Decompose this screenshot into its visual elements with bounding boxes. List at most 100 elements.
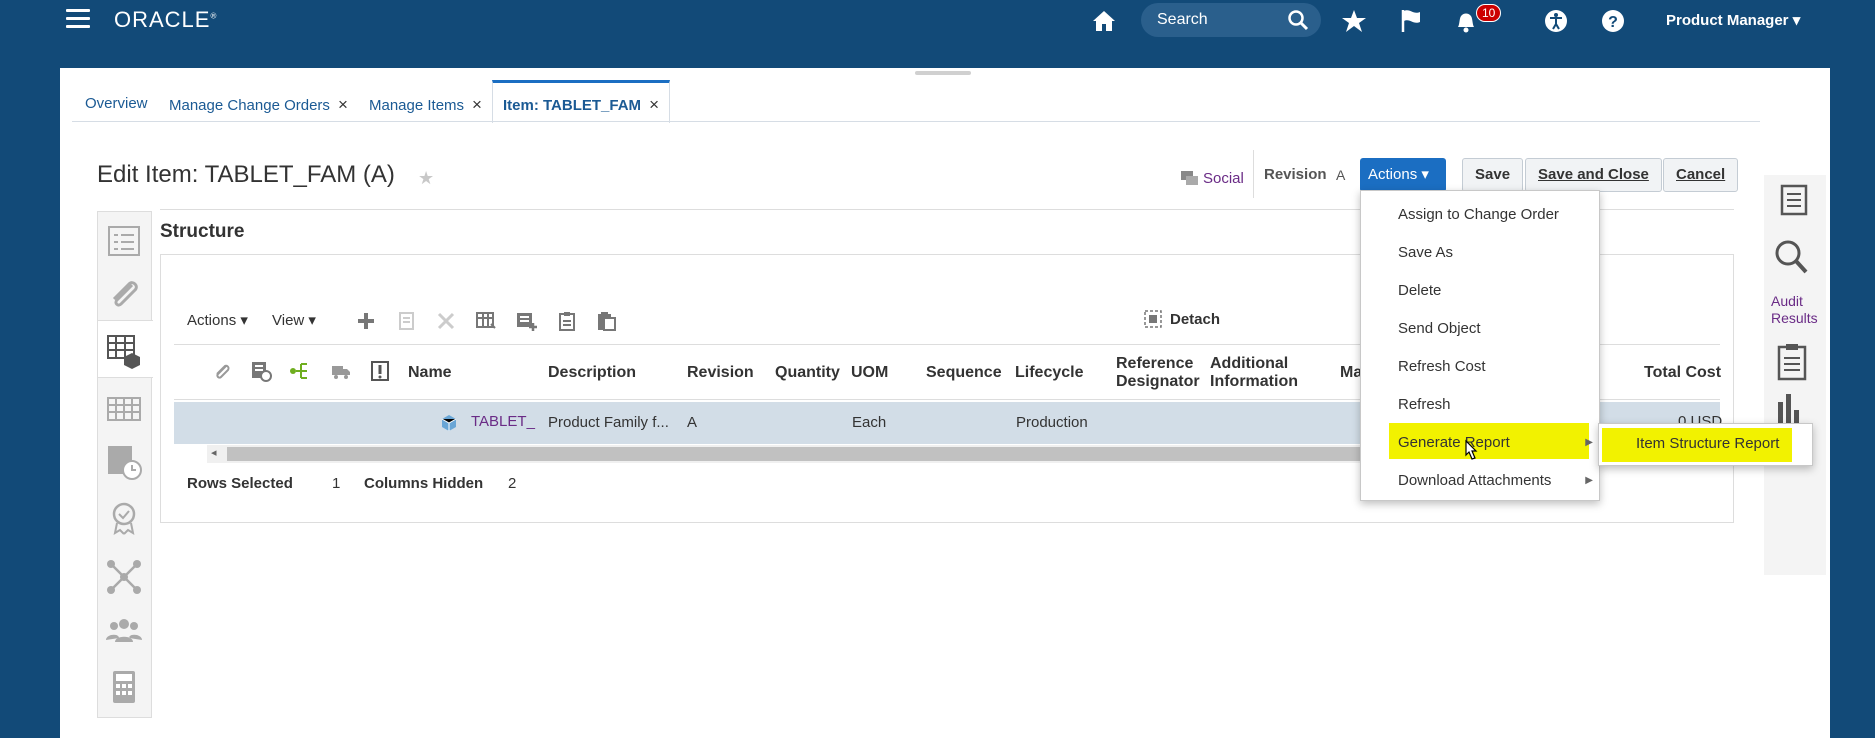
help-icon[interactable]: ? [1599,7,1627,35]
warning-exclamation-icon[interactable] [369,360,391,382]
tab-divider [72,121,1760,122]
menu-item-refresh[interactable]: Refresh [1398,396,1451,413]
item-cube-icon [441,415,457,431]
actions-button[interactable]: Actions ▾ [1360,158,1446,192]
hierarchy-tree-icon[interactable] [289,360,311,382]
document-icon[interactable] [1772,178,1816,222]
column-header-sequence[interactable]: Sequence [926,364,1002,382]
user-menu[interactable]: Product Manager ▾ [1666,11,1800,29]
favorite-star-icon[interactable]: ★ [418,168,434,189]
column-header-reference-designator[interactable]: Reference Designator [1116,355,1200,391]
columns-hidden-label: Columns Hidden [364,475,484,492]
menu-item-save-as[interactable]: Save As [1398,244,1453,261]
column-header-lifecycle[interactable]: Lifecycle [1015,364,1083,382]
bar-chart-icon[interactable] [1770,392,1814,427]
overview-list-icon[interactable] [105,222,143,260]
calculator-icon[interactable] [105,668,143,706]
table-columns-icon[interactable] [475,310,497,332]
save-and-close-button[interactable]: Save and Close [1525,158,1662,192]
page-title: Edit Item: TABLET_FAM (A) [97,161,395,188]
people-group-icon[interactable] [105,612,143,650]
divider [1253,150,1254,198]
menu-item-generate-report[interactable]: Generate Report [1398,434,1510,451]
certification-badge-icon[interactable] [105,500,143,538]
table-view-label: View [272,312,305,329]
save-button[interactable]: Save [1462,158,1524,192]
tab-label: Manage Change Orders [169,97,330,114]
column-header-name[interactable]: Name [408,364,452,382]
row-uom: Each [852,414,887,431]
column-header-description[interactable]: Description [548,364,636,382]
tab-overview[interactable]: Overview [85,80,148,122]
close-icon[interactable]: × [338,95,348,114]
close-icon[interactable]: × [649,95,659,114]
add-icon[interactable] [355,310,377,332]
menu-item-send-object[interactable]: Send Object [1398,320,1481,337]
search-input[interactable]: Search [1157,11,1208,29]
menu-item-download-attachments[interactable]: Download Attachments [1398,472,1551,489]
attachment-column-icon[interactable] [212,362,232,382]
submenu-arrow-icon: ▶ [1585,475,1593,486]
column-header-additional-information[interactable]: Additional Information [1210,355,1310,391]
audit-results-link[interactable]: Audit Results [1771,293,1831,327]
home-icon[interactable] [1090,7,1118,35]
column-header-total-cost[interactable]: Total Cost [1644,364,1721,382]
flag-icon[interactable] [1398,7,1426,35]
favorites-star-icon[interactable] [1340,7,1368,35]
accessibility-icon[interactable] [1542,7,1570,35]
menu-item-assign-to-change-order[interactable]: Assign to Change Order [1398,206,1559,223]
table-actions-menu[interactable]: Actions ▾ [187,311,248,329]
duplicate-icon[interactable] [395,310,417,332]
row-description: Product Family f... [548,414,669,431]
table-add-row-icon[interactable] [515,310,537,332]
section-heading-structure: Structure [160,221,245,242]
table-view-menu[interactable]: View ▾ [272,311,316,329]
detach-icon[interactable] [1143,309,1163,329]
shipping-truck-icon[interactable] [330,361,352,381]
menu-item-refresh-cost[interactable]: Refresh Cost [1398,358,1486,375]
rows-selected-label: Rows Selected [187,475,293,492]
attachments-paperclip-icon[interactable] [105,276,143,314]
column-header-revision[interactable]: Revision [687,364,754,382]
revision-value: A [1336,167,1346,183]
delete-x-icon[interactable] [435,310,457,332]
clipboard-icon[interactable] [556,310,578,332]
column-header-uom[interactable]: UOM [851,364,888,382]
tab-item-tablet-fam[interactable]: Item: TABLET_FAM × [492,80,670,123]
tab-manage-change-orders[interactable]: Manage Change Orders × [169,80,348,122]
structure-grid-icon[interactable] [105,331,143,369]
hamburger-menu-icon[interactable] [66,9,90,31]
column-header-quantity[interactable]: Quantity [775,364,840,382]
social-icon[interactable] [1180,170,1200,188]
clipboard-checklist-icon[interactable] [1770,340,1814,384]
row-revision: A [687,414,698,431]
relationships-network-icon[interactable] [105,558,143,596]
column-header-ma[interactable]: Ma [1340,364,1362,382]
history-clock-icon[interactable] [105,443,143,481]
menu-item-delete[interactable]: Delete [1398,282,1441,299]
social-link[interactable]: Social [1203,170,1244,187]
actions-label: Actions [1368,166,1418,183]
svg-text:?: ? [1608,14,1618,31]
scroll-left-arrow-icon[interactable]: ◂ [211,446,217,459]
table-actions-label: Actions [187,312,237,329]
grid-table-icon[interactable] [105,390,143,428]
detach-button[interactable]: Detach [1170,311,1220,328]
scrollbar-thumb[interactable] [227,447,1367,461]
submenu-item-item-structure-report[interactable]: Item Structure Report [1636,435,1779,452]
panel-grip-handle[interactable] [915,71,971,75]
chevron-down-icon: ▾ [1792,12,1801,29]
audit-search-icon[interactable] [1770,236,1814,280]
notification-count-badge: 10 [1476,4,1502,22]
tab-manage-items[interactable]: Manage Items × [369,80,482,122]
row-name-link[interactable]: TABLET_ [471,413,535,430]
close-icon[interactable]: × [472,95,482,114]
change-order-column-icon[interactable] [250,360,272,382]
oracle-logo[interactable]: ORACLE® [114,7,217,33]
search-box[interactable]: Search [1141,3,1321,37]
paste-icon[interactable] [595,310,617,332]
tab-label: Manage Items [369,97,465,114]
cancel-button[interactable]: Cancel [1663,158,1739,192]
search-icon[interactable] [1287,9,1309,31]
chevron-down-icon: ▾ [1421,166,1429,183]
